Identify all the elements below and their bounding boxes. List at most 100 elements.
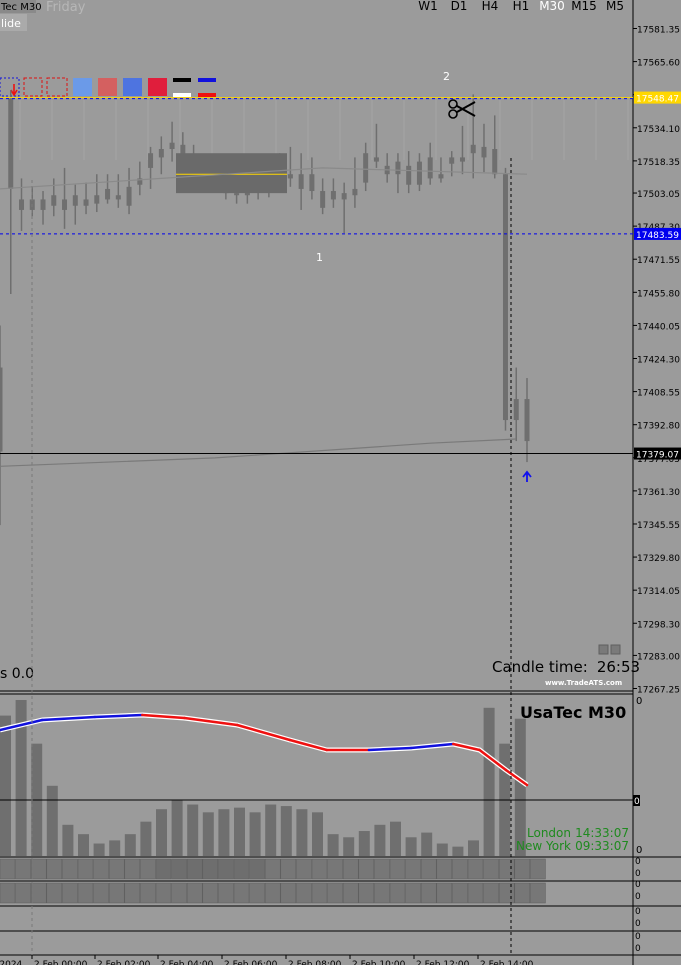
x-tick-label: 2 Feb 2024	[0, 960, 23, 965]
range-box	[176, 153, 287, 194]
session-newyork-name: New York	[516, 839, 571, 853]
sub-panel-cell	[155, 882, 172, 904]
sub-panel-cell	[374, 882, 390, 904]
light-blue-square-icon[interactable]	[73, 78, 92, 96]
sub-panel-cell	[62, 882, 78, 904]
volume-bar	[358, 831, 370, 856]
timeframe-d1[interactable]: D1	[451, 0, 468, 13]
timeframe-w1[interactable]: W1	[418, 0, 438, 13]
volume-bar	[187, 804, 199, 856]
candle-body	[492, 149, 498, 175]
sub-panel-cell	[218, 882, 234, 904]
sub-panel-cell	[155, 858, 172, 880]
candle-body	[309, 174, 315, 192]
x-tick-label: 2 Feb 02:00	[97, 960, 151, 965]
blue-square-icon[interactable]	[123, 78, 142, 96]
y-tick-label: 17455.80	[637, 289, 680, 299]
sub-panel-cell	[93, 882, 109, 904]
volume-bar	[343, 837, 355, 856]
mini-button-icon[interactable]	[610, 644, 621, 655]
sub-panel-cell	[46, 882, 63, 904]
sub-panel-cell	[296, 882, 312, 904]
volume-bar	[46, 785, 58, 856]
volume-bar	[312, 812, 323, 856]
y-tick-label: 17267.25	[637, 686, 680, 696]
sub-panel-cell	[264, 858, 281, 880]
marker-label-1: 1	[316, 251, 323, 264]
sub-panel-cell	[280, 882, 297, 904]
sub-panel-cell	[483, 882, 499, 904]
sub-panel-cell	[202, 882, 219, 904]
candle-time-value: 26:53	[597, 658, 640, 676]
timeframe-h1[interactable]: H1	[513, 0, 530, 13]
crimson-square-icon[interactable]	[148, 78, 167, 96]
candle-body	[524, 399, 530, 442]
volume-bar	[249, 812, 261, 856]
sub-panel-cell	[420, 882, 437, 904]
sub-panel-cell	[514, 882, 531, 904]
sub-panel-cell	[77, 858, 94, 880]
sub-panel-cell	[389, 882, 406, 904]
sub-panel-cell	[233, 858, 250, 880]
sub-panel-cell	[15, 858, 31, 880]
salmon-square-icon[interactable]	[98, 78, 117, 96]
y-tick-label: 17534.10	[637, 125, 680, 135]
candle-body	[298, 174, 304, 189]
candle-body	[94, 195, 100, 204]
timeframe-h4[interactable]: H4	[482, 0, 499, 13]
sub-panel-cell	[342, 882, 359, 904]
volume-bar	[234, 807, 245, 856]
y-tick-label: 17471.55	[637, 256, 680, 266]
timeframe-m30[interactable]: M30	[539, 0, 565, 13]
y-tick-label: 17283.00	[637, 652, 680, 662]
candle-body	[19, 199, 25, 210]
volume-bar	[124, 834, 136, 856]
volume-bar	[78, 834, 89, 856]
sub-panel-cell	[171, 882, 187, 904]
sub-panel-cell	[374, 858, 390, 880]
y-axis: 17581.3517565.6017549.8517534.1017518.35…	[633, 26, 681, 696]
symbol-label: Tec M30	[0, 2, 42, 13]
candle-body	[470, 144, 476, 154]
sub-panel-cell	[358, 858, 375, 880]
y-tick-label: 17518.35	[637, 158, 680, 168]
volume-bar	[280, 806, 292, 856]
sub-panel-cell	[171, 858, 187, 880]
candle-body	[115, 195, 121, 200]
candle-body	[449, 157, 455, 164]
volume-bar	[202, 812, 214, 856]
x-tick-label: 2 Feb 08:00	[288, 960, 342, 965]
sub-panel-cell	[514, 858, 531, 880]
sub-panel-cell	[124, 882, 141, 904]
candle-body	[438, 174, 444, 179]
indicator-scale-bottom: 0	[636, 845, 642, 856]
sub-panel-cell	[452, 882, 468, 904]
sub-panel-cell	[436, 858, 453, 880]
sub-panel-cell	[93, 858, 109, 880]
sub-panel-cell	[186, 858, 203, 880]
y-tick-label: 17440.05	[637, 322, 680, 332]
timeframe-m15[interactable]: M15	[571, 0, 597, 13]
candle-body	[234, 193, 240, 196]
x-tick-label: 2 Feb 14:00	[480, 960, 534, 965]
volume-bar	[421, 832, 433, 856]
sub-panel-cell	[108, 882, 125, 904]
candle-body	[62, 199, 68, 210]
sub-panel-cell	[0, 858, 16, 880]
sub-panel-cell	[249, 882, 265, 904]
x-tick-label: 2 Feb 00:00	[34, 960, 88, 965]
sub-panel-cell	[483, 858, 499, 880]
volume-bar	[156, 809, 167, 856]
sub-panel-cell	[342, 858, 359, 880]
candle-body	[416, 161, 422, 185]
candle-body	[72, 195, 78, 206]
y-tick-label: 17298.30	[637, 620, 680, 630]
sub-panel-cell	[233, 882, 250, 904]
sub-panel-cell	[249, 858, 265, 880]
volume-bar	[140, 821, 152, 856]
mini-button-icon[interactable]	[598, 644, 609, 655]
sub-panel-cell	[498, 882, 515, 904]
sub-panel-cell	[77, 882, 94, 904]
sub-panel-cell	[327, 858, 343, 880]
timeframe-m5[interactable]: M5	[606, 0, 624, 13]
